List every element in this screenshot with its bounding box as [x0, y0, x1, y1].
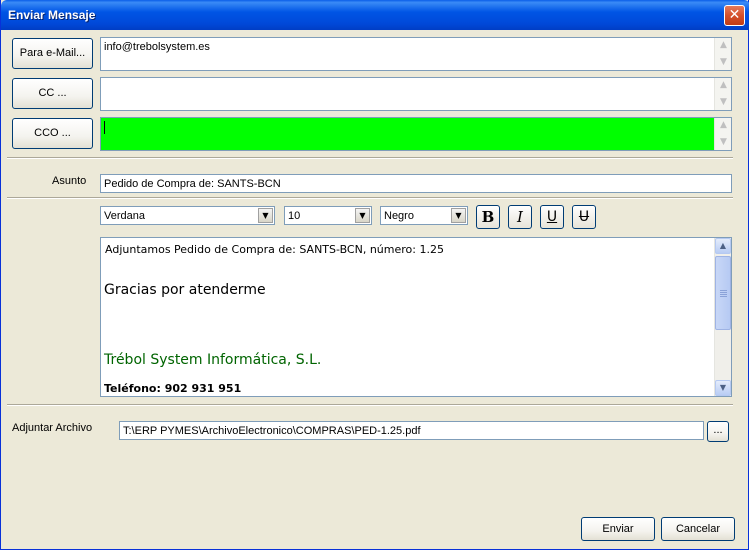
bold-button[interactable]: B: [476, 205, 500, 229]
cc-field[interactable]: ▲ ▼: [100, 77, 732, 111]
message-body-editor[interactable]: Adjuntamos Pedido de Compra de: SANTS-BC…: [100, 237, 732, 397]
scroll-down-icon[interactable]: ▼: [716, 135, 731, 150]
cco-field[interactable]: ▲ ▼: [100, 117, 732, 151]
body-line-thanks: Gracias por atenderme: [104, 282, 266, 298]
to-field-value: info@trebolsystem.es: [104, 41, 210, 53]
scroll-up-icon[interactable]: ▲: [716, 38, 731, 53]
close-icon: ✕: [728, 7, 741, 23]
send-button[interactable]: Enviar: [581, 517, 655, 541]
separator: [7, 157, 733, 159]
font-size-select[interactable]: 10 ▼: [284, 206, 372, 225]
body-line-intro: Adjuntamos Pedido de Compra de: SANTS-BC…: [105, 243, 444, 256]
attachment-label: Adjuntar Archivo: [12, 422, 93, 434]
chevron-down-icon[interactable]: ▼: [451, 208, 466, 223]
subject-label: Asunto: [52, 175, 87, 187]
body-line-company: Trébol System Informática, S.L.: [104, 352, 322, 368]
italic-button[interactable]: I: [508, 205, 532, 229]
font-select[interactable]: Verdana ▼: [100, 206, 275, 225]
cc-field-scrollbar[interactable]: ▲ ▼: [714, 78, 731, 110]
underline-button[interactable]: U: [540, 205, 564, 229]
scroll-up-icon[interactable]: ▲: [716, 118, 731, 133]
send-button-label: Enviar: [602, 523, 634, 535]
scroll-down-icon[interactable]: ▼: [716, 55, 731, 70]
font-size-value: 10: [288, 210, 301, 222]
editor-scrollbar[interactable]: ▲ ▼: [714, 238, 731, 396]
scroll-down-icon[interactable]: ▼: [715, 380, 731, 396]
scroll-up-icon[interactable]: ▲: [715, 238, 731, 254]
to-field-scrollbar[interactable]: ▲ ▼: [714, 38, 731, 70]
scroll-down-icon[interactable]: ▼: [716, 95, 731, 110]
subject-input[interactable]: Pedido de Compra de: SANTS-BCN: [100, 174, 732, 193]
italic-icon: I: [517, 208, 523, 226]
separator: [7, 404, 733, 406]
cco-button[interactable]: CCO ...: [12, 118, 93, 149]
cc-button[interactable]: CC ...: [12, 78, 93, 109]
attachment-path-value: T:\ERP PYMES\ArchivoElectronico\COMPRAS\…: [123, 425, 421, 437]
bold-icon: B: [481, 208, 495, 226]
to-address-button-label: Para e-Mail...: [19, 47, 86, 59]
to-field[interactable]: info@trebolsystem.es ▲ ▼: [100, 37, 732, 71]
cco-field-scrollbar[interactable]: ▲ ▼: [714, 118, 731, 150]
scroll-thumb[interactable]: [715, 256, 731, 330]
cco-button-label: CCO ...: [34, 127, 71, 139]
underline-icon: U: [546, 209, 558, 225]
attachment-path-input[interactable]: T:\ERP PYMES\ArchivoElectronico\COMPRAS\…: [119, 421, 704, 440]
cc-button-label: CC ...: [38, 87, 67, 99]
strikethrough-button[interactable]: U: [572, 205, 596, 229]
cancel-button[interactable]: Cancelar: [661, 517, 735, 541]
font-select-value: Verdana: [104, 210, 145, 222]
chevron-down-icon[interactable]: ▼: [355, 208, 370, 223]
browse-button-label: ...: [713, 424, 723, 436]
close-button[interactable]: ✕: [724, 5, 745, 26]
browse-button[interactable]: ...: [707, 421, 729, 442]
cancel-button-label: Cancelar: [675, 523, 721, 535]
text-cursor: [104, 121, 105, 134]
body-line-phone: Teléfono: 902 931 951: [104, 382, 242, 395]
to-address-button[interactable]: Para e-Mail...: [12, 38, 93, 69]
strikethrough-icon: U: [578, 209, 590, 225]
chevron-down-icon[interactable]: ▼: [258, 208, 273, 223]
separator: [7, 197, 733, 199]
title-bar[interactable]: Enviar Mensaje ✕: [1, 0, 749, 30]
window-title: Enviar Mensaje: [8, 8, 96, 22]
subject-value: Pedido de Compra de: SANTS-BCN: [104, 178, 281, 190]
send-message-dialog: Enviar Mensaje ✕ Para e-Mail... info@tre…: [0, 0, 749, 550]
font-color-value: Negro: [384, 210, 414, 222]
scroll-up-icon[interactable]: ▲: [716, 78, 731, 93]
font-color-select[interactable]: Negro ▼: [380, 206, 468, 225]
